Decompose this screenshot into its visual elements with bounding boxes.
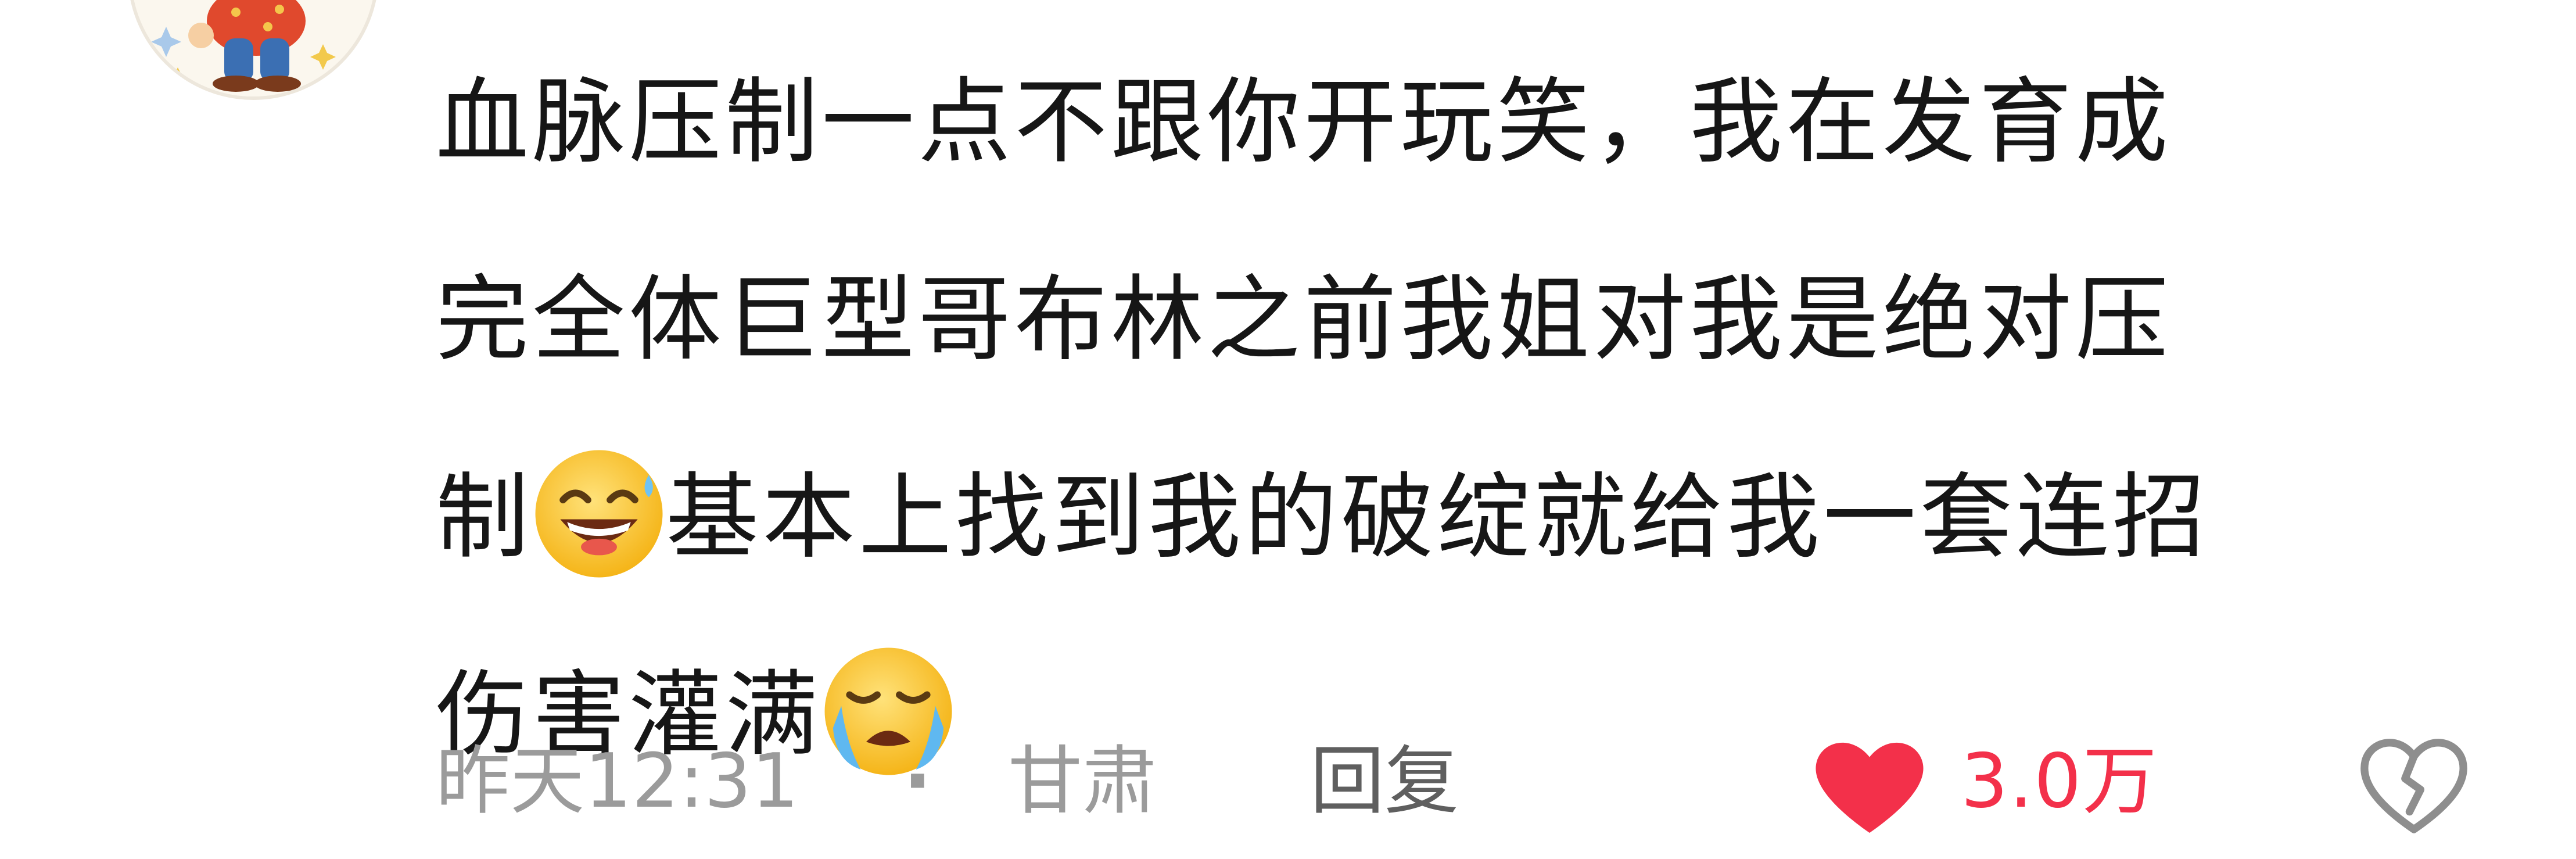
grinning-sweat-emoji bbox=[530, 445, 668, 583]
avatar[interactable] bbox=[128, 0, 379, 100]
comment-text: 血脉压制一点不跟你开玩笑，我在发育成 完全体巨型哥布林之前我姐对我是绝对压 制 … bbox=[436, 23, 2504, 814]
like-count: 3.0万 bbox=[1961, 738, 2158, 825]
heart-icon[interactable] bbox=[1811, 736, 1928, 835]
comment-meta-row: 昨天12:31 · 甘肃 回复 3.0万 bbox=[436, 724, 2504, 840]
comment-line-4: 基本上找到我的破绽就给我一套连招 bbox=[666, 463, 2209, 571]
comment-line-2: 完全体巨型哥布林之前我姐对我是绝对压 bbox=[436, 265, 2172, 374]
comment-line-3: 制 bbox=[436, 463, 533, 571]
avatar-cartoon-image bbox=[131, 0, 375, 96]
broken-heart-icon[interactable] bbox=[2359, 733, 2469, 837]
meta-separator: · bbox=[903, 738, 932, 825]
comment-line-1: 血脉压制一点不跟你开玩笑，我在发育成 bbox=[436, 67, 2172, 176]
comment-time: 昨天12:31 bbox=[436, 738, 799, 825]
reply-button[interactable]: 回复 bbox=[1310, 724, 1459, 840]
comment-location: 甘肃 bbox=[1008, 738, 1157, 825]
